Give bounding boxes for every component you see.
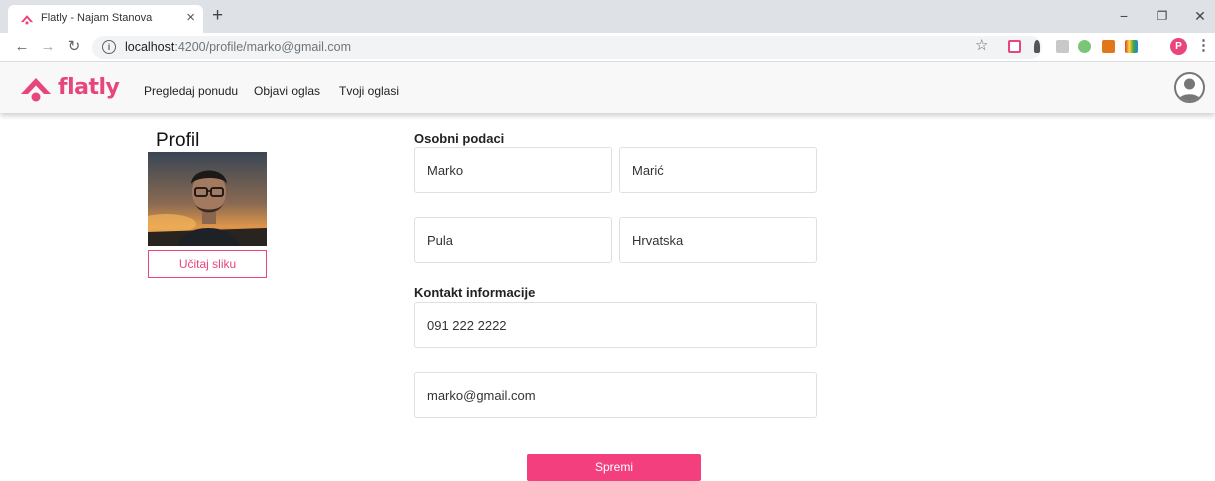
last-name-field[interactable]: Marić [619, 147, 817, 193]
profile-photo [148, 152, 267, 246]
new-tab-icon[interactable]: + [212, 6, 223, 26]
country-field[interactable]: Hrvatska [619, 217, 817, 263]
forward-icon[interactable]: → [38, 37, 58, 57]
close-tab-icon[interactable]: × [186, 9, 195, 27]
info-icon[interactable]: i [102, 40, 116, 54]
nav-link-objavi-oglas[interactable]: Objavi oglas [254, 84, 320, 98]
flatly-favicon-icon [20, 15, 34, 25]
upload-photo-button[interactable]: Učitaj sliku [148, 250, 267, 278]
nav-link-tvoji-oglasi[interactable]: Tvoji oglasi [339, 84, 399, 98]
email-field[interactable]: marko@gmail.com [414, 372, 817, 418]
pocket-extension-icon[interactable] [1008, 40, 1021, 53]
brand-name: flatly [58, 75, 120, 100]
metamask-extension-icon[interactable] [1102, 40, 1115, 53]
tab-title: Flatly - Najam Stanova [41, 12, 153, 24]
city-field[interactable]: Pula [414, 217, 612, 263]
color-extension-icon[interactable] [1125, 40, 1138, 53]
nav-link-pregledaj-ponudu[interactable]: Pregledaj ponudu [144, 84, 238, 98]
browser-tab[interactable]: Flatly - Najam Stanova × [8, 5, 203, 33]
back-icon[interactable]: ← [12, 37, 32, 57]
contact-info-label: Kontakt informacije [414, 285, 536, 300]
personal-info-label: Osobni podaci [414, 131, 505, 146]
extension-green-icon[interactable] [1078, 40, 1091, 53]
extension-icon[interactable] [1056, 40, 1069, 53]
address-bar[interactable]: i localhost:4200/profile/marko@gmail.com [92, 36, 1042, 59]
browser-toolbar: ← → ↻ i localhost:4200/profile/marko@gma… [0, 33, 1215, 62]
user-avatar-icon[interactable] [1174, 72, 1205, 103]
bookmark-star-icon[interactable]: ☆ [975, 36, 988, 54]
profile-title: Profil [156, 130, 200, 151]
browser-menu-icon[interactable]: ⋮ [1196, 36, 1211, 54]
restore-icon[interactable]: ❐ [1150, 5, 1174, 27]
reload-icon[interactable]: ↻ [64, 37, 84, 57]
phone-field[interactable]: 091 222 2222 [414, 302, 817, 348]
save-button[interactable]: Spremi [527, 454, 701, 481]
flatly-logo-icon [21, 78, 51, 102]
first-name-field[interactable]: Marko [414, 147, 612, 193]
app-navbar: flatly Pregledaj ponudu Objavi oglas Tvo… [0, 63, 1215, 113]
minimize-icon[interactable]: − [1112, 5, 1136, 27]
url-text: localhost:4200/profile/marko@gmail.com [125, 40, 351, 54]
browser-profile-avatar[interactable]: P [1170, 38, 1187, 55]
close-window-icon[interactable]: ✕ [1188, 5, 1212, 27]
pin-extension-icon[interactable] [1034, 40, 1040, 53]
browser-tab-bar: Flatly - Najam Stanova × + − ❐ ✕ [0, 0, 1215, 33]
